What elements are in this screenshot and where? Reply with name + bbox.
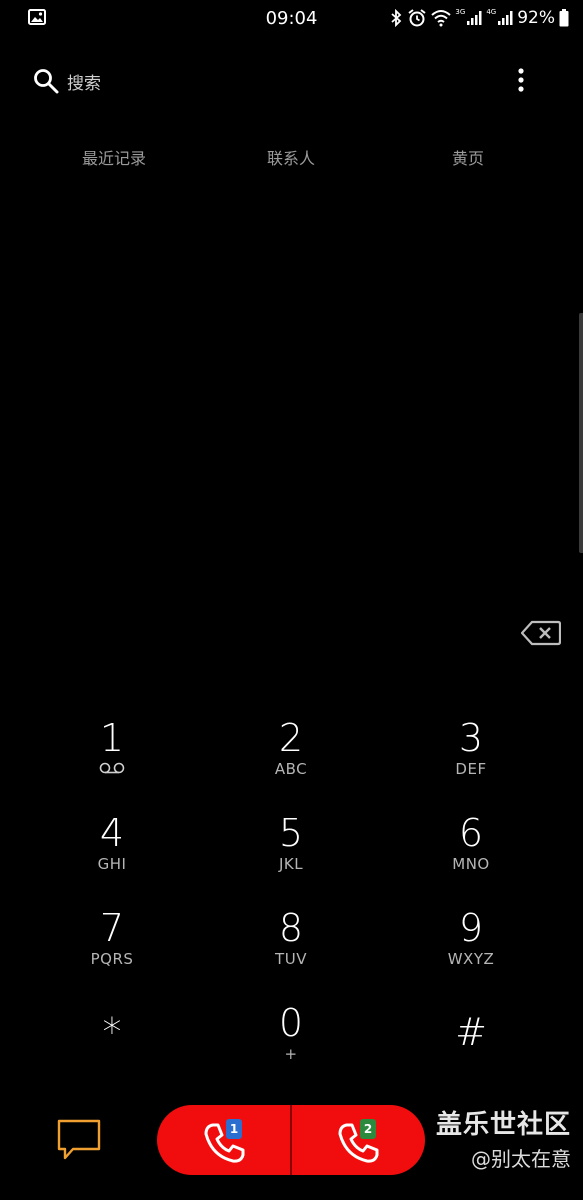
dial-digit: 8 (278, 906, 304, 950)
dial-digit: * (102, 1010, 122, 1054)
dial-key-8[interactable]: 8 TUV (221, 908, 361, 996)
search-bar[interactable]: 搜索 (32, 60, 551, 100)
watermark-user: @别太在意 (471, 1147, 571, 1171)
dial-digit: 4 (99, 811, 125, 855)
dial-letters: TUV (275, 950, 307, 968)
battery-icon (559, 9, 569, 27)
dial-key-0[interactable]: 0 + (221, 1003, 361, 1091)
dial-digit: 2 (278, 716, 304, 760)
voicemail-icon (99, 762, 125, 774)
bluetooth-icon (391, 9, 402, 27)
dial-key-7[interactable]: 7 PQRS (42, 908, 182, 996)
signal-icon (498, 11, 513, 25)
search-label: 搜索 (67, 74, 101, 94)
dial-digit: 1 (99, 716, 125, 760)
dial-letters: GHI (97, 855, 127, 873)
dial-letters: + (284, 1045, 298, 1063)
call-sim2-button[interactable]: 2 (291, 1105, 425, 1175)
dial-letters: DEF (455, 760, 487, 778)
dial-key-4[interactable]: 4 GHI (42, 813, 182, 901)
wifi-icon (431, 10, 452, 27)
sim1-badge: 1 (226, 1119, 242, 1139)
dial-digit: # (455, 1010, 487, 1054)
message-icon[interactable] (57, 1119, 101, 1161)
status-icons: 3G 4G 92% (389, 7, 569, 29)
dial-key-2[interactable]: 2 ABC (221, 718, 361, 806)
tab-yellow-pages[interactable]: 黄页 (452, 145, 484, 169)
alarm-icon (408, 9, 427, 27)
call-buttons: 1 2 (157, 1105, 425, 1175)
dial-key-9[interactable]: 9 WXYZ (401, 908, 541, 996)
tab-bar: 最近记录 联系人 黄页 (0, 145, 583, 175)
sim2-badge: 2 (360, 1119, 376, 1139)
dial-letters: PQRS (90, 950, 134, 968)
tab-contacts[interactable]: 联系人 (267, 145, 315, 169)
backspace-icon[interactable] (521, 620, 561, 646)
dial-key-5[interactable]: 5 JKL (221, 813, 361, 901)
dial-digit: 5 (278, 811, 304, 855)
dial-key-star[interactable]: * (42, 1012, 182, 1100)
dial-digit: 6 (458, 811, 484, 855)
watermark-title: 盖乐世社区 (435, 1110, 571, 1140)
dial-key-6[interactable]: 6 MNO (401, 813, 541, 901)
search-icon (34, 69, 59, 94)
dial-digit: 3 (458, 716, 484, 760)
tab-recent[interactable]: 最近记录 (82, 145, 146, 169)
dial-letters: ABC (274, 760, 308, 778)
battery-percent: 92% (517, 8, 555, 28)
dial-letters: WXYZ (447, 950, 495, 968)
dial-letters: MNO (452, 855, 490, 873)
dial-digit: 9 (458, 906, 484, 950)
sim2-network-label: 4G (486, 8, 497, 16)
signal-icon (467, 11, 482, 25)
dial-key-3[interactable]: 3 DEF (401, 718, 541, 806)
dial-digit: 7 (99, 906, 125, 950)
sim1-network-label: 3G (455, 8, 466, 16)
call-sim1-button[interactable]: 1 (157, 1105, 291, 1175)
dial-digit: 0 (278, 1001, 304, 1045)
more-options-icon[interactable] (516, 67, 526, 95)
dial-key-1[interactable]: 1 (42, 718, 182, 806)
watermark: 盖乐世社区 @别太在意 (436, 1104, 571, 1172)
edge-panel-handle[interactable] (579, 313, 583, 553)
status-bar: 09:04 3G 4G 92% (0, 0, 583, 36)
dial-letters: JKL (278, 855, 304, 873)
dial-key-hash[interactable]: # (401, 1012, 541, 1100)
